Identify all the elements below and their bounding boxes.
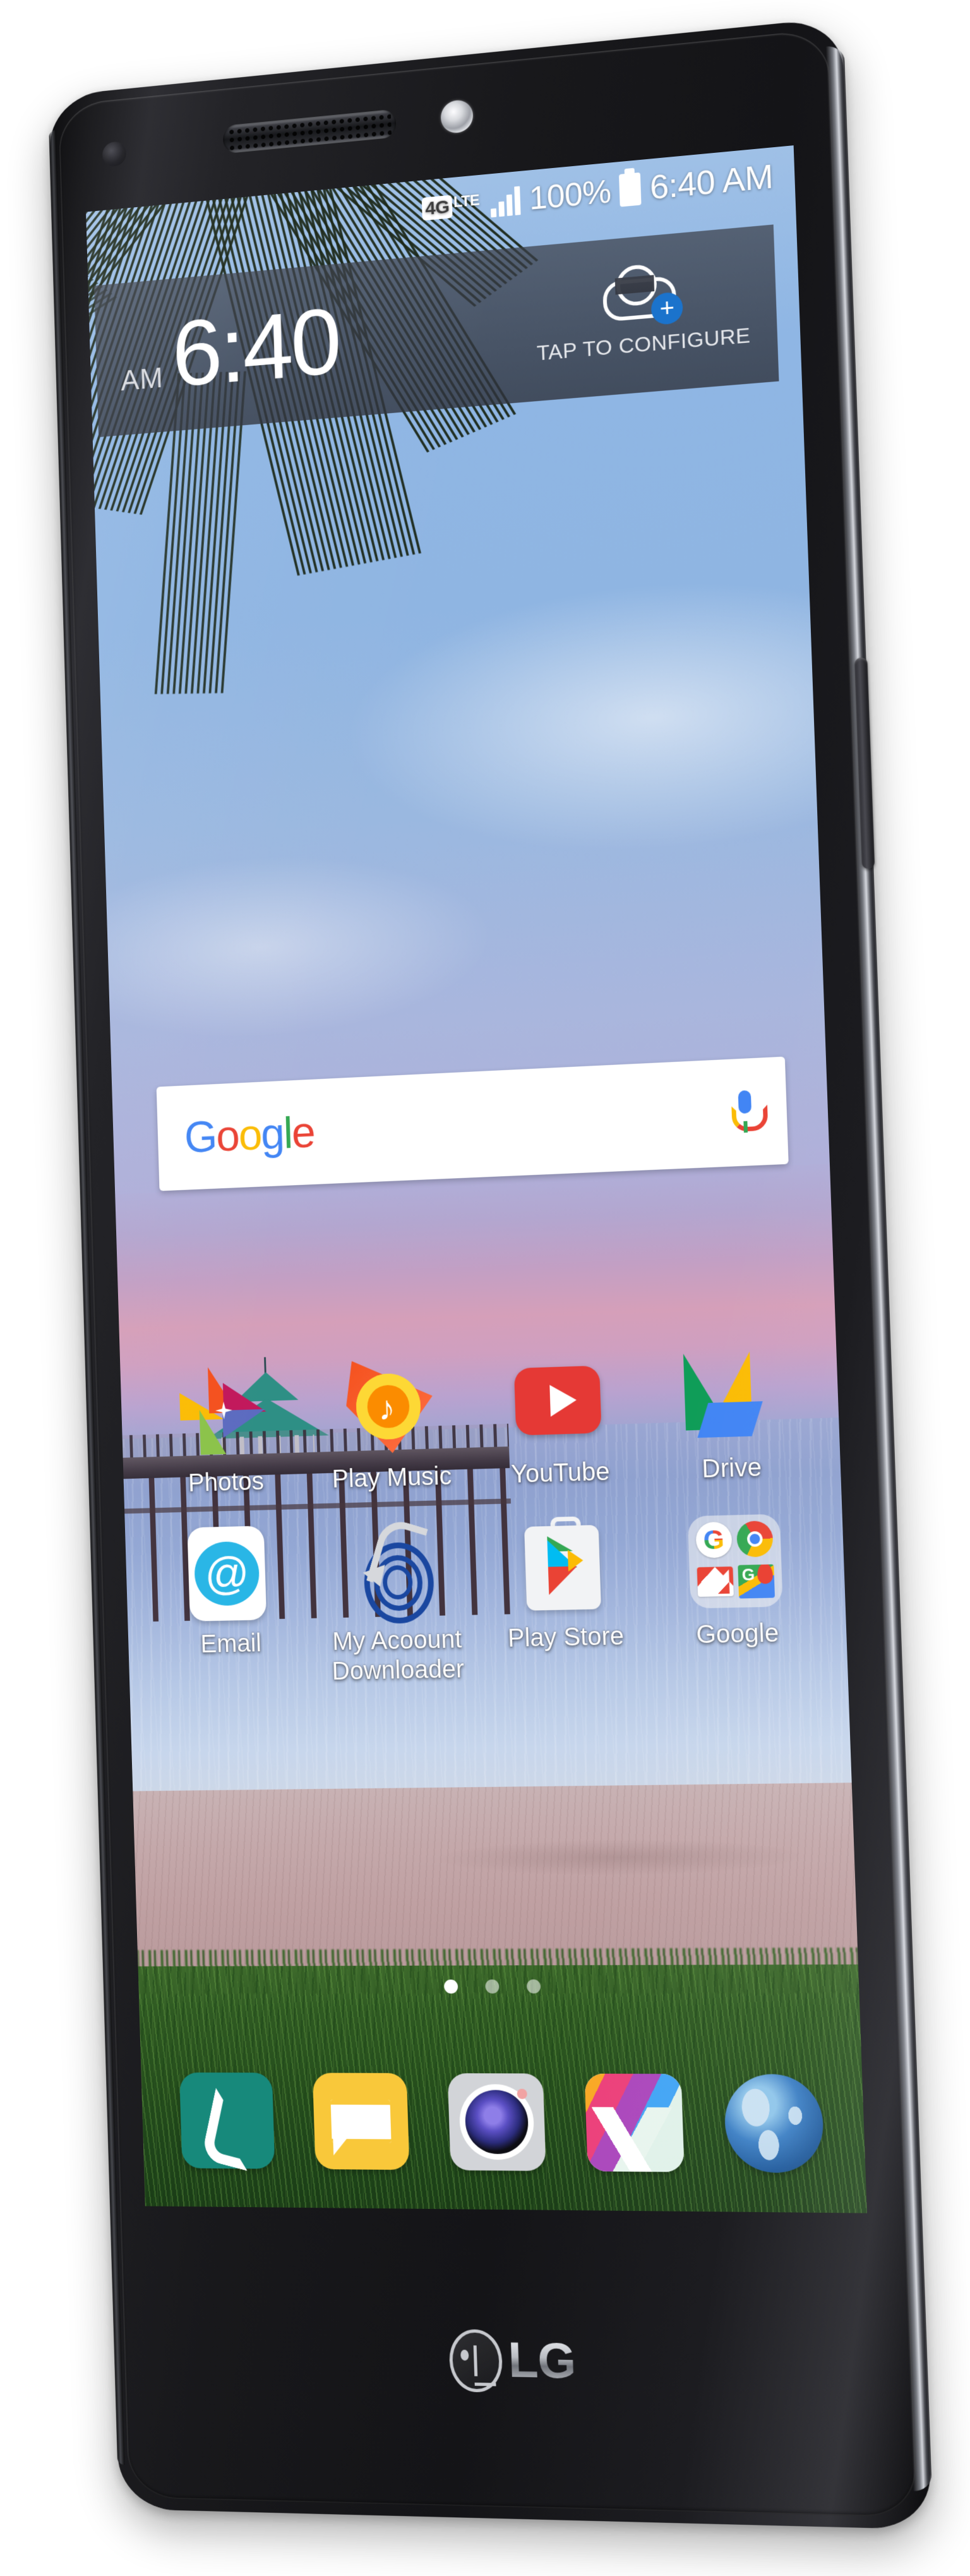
pavilion-spire [264,1357,266,1373]
page-dot[interactable] [485,1980,500,1994]
app-email[interactable]: @ Email [155,1524,304,1660]
app-label: Play Store [507,1622,625,1653]
battery-icon [619,172,642,207]
cloud-plus-icon: + [600,268,683,330]
app-row: @ Email My Acoount Downloader Play Store… [145,1510,826,1689]
product-photo-stage: 4G LTE 100% 6:40 AM AM 6:40 + TAP TO CON… [0,0,970,2576]
google-photos-icon [176,1363,272,1460]
app-play-music[interactable]: ♪ Play Music [314,1356,466,1495]
app-label: Drive [702,1453,762,1484]
camera-icon[interactable] [448,2073,546,2171]
google-logo-letter: o [215,1111,239,1160]
pavilion-columns [222,1435,315,1462]
front-camera-icon [440,99,473,135]
left-chrome-edge [49,130,124,2465]
app-grid: Photos ♪ Play Music YouTube Drive @ Emai… [141,1344,827,1718]
pavilion-roof [206,1397,329,1439]
network-sub-label: LTE [453,193,480,210]
downloader-icon [346,1520,443,1618]
palm-frond [262,145,520,452]
app-row: Photos ♪ Play Music YouTube Drive [141,1344,819,1499]
messages-icon[interactable] [313,2073,410,2170]
palm-frond [199,146,425,576]
email-icon: @ [181,1524,277,1622]
palm-frond [86,164,258,515]
palm-frond [86,247,120,407]
browser-globe-icon[interactable] [723,2074,825,2173]
tap-to-configure-label: TAP TO CONFIGURE [536,323,751,366]
weather-configure-button[interactable]: + TAP TO CONFIGURE [534,263,751,366]
network-indicator: 4G LTE [422,192,480,220]
youtube-icon [508,1351,607,1451]
app-label: Photos [188,1467,264,1498]
app-youtube[interactable]: YouTube [481,1351,637,1490]
app-play-store[interactable]: Play Store [486,1515,642,1654]
signal-strength-icon [490,185,521,218]
google-folder-icon: G [685,1512,785,1611]
google-logo: Google [184,1110,315,1159]
phone-icon[interactable] [179,2073,275,2169]
page-dot[interactable] [527,1979,541,1993]
app-drive[interactable]: Drive [651,1345,809,1486]
maps-mini-icon [738,1562,776,1600]
chrome-mini-icon [736,1520,775,1558]
clock-group[interactable]: AM 6:40 [119,296,340,404]
page-indicator[interactable] [138,1978,859,1994]
palm-frond [320,145,541,306]
status-bar-clock: 6:40 AM [649,157,774,207]
proximity-sensor-icon [102,141,127,167]
earpiece-speaker-icon [223,109,397,153]
google-play-music-icon: ♪ [341,1357,438,1455]
wallpaper [86,145,867,2213]
google-drive-icon [679,1345,779,1446]
app-photos[interactable]: Photos [150,1362,299,1499]
app-label: YouTube [510,1457,610,1490]
battery-percent-label: 100% [529,172,611,217]
google-logo-letter: l [283,1109,292,1158]
palm-frond [86,165,170,423]
page-dot-active[interactable] [444,1980,458,1994]
pavilion-upper-roof [234,1371,299,1402]
lg-smartphone: 4G LTE 100% 6:40 AM AM 6:40 + TAP TO CON… [49,17,932,2529]
palm-frond [155,371,250,694]
wallpaper-palm-fronds [86,162,510,924]
google-play-store-icon [514,1516,613,1615]
microphone-icon[interactable] [729,1090,760,1135]
clock-time-label: 6:40 [171,296,341,399]
app-label: Email [200,1629,262,1659]
google-search-mini-icon: G [695,1522,734,1560]
clock-ampm-label: AM [121,363,164,404]
gmail-mini-icon [697,1563,735,1601]
network-type-badge: 4G [422,195,453,220]
phone-screen[interactable]: 4G LTE 100% 6:40 AM AM 6:40 + TAP TO CON… [86,145,867,2213]
dock [159,2061,847,2186]
app-label: Play Music [332,1462,452,1495]
gallery-icon[interactable] [585,2074,685,2172]
google-logo-letter: o [238,1110,262,1160]
pier-pavilion [205,1368,329,1459]
google-logo-letter: e [291,1107,315,1157]
app-label: Google [696,1618,779,1650]
app-my-account-downloader[interactable]: My Acoount Downloader [319,1520,472,1687]
google-logo-letter: g [260,1109,284,1159]
phone-perspective-wrapper: 4G LTE 100% 6:40 AM AM 6:40 + TAP TO CON… [0,6,970,2571]
google-logo-letter: G [184,1112,217,1162]
app-label: My Acoount Downloader [323,1625,473,1686]
app-google-folder[interactable]: G Google [657,1511,815,1651]
